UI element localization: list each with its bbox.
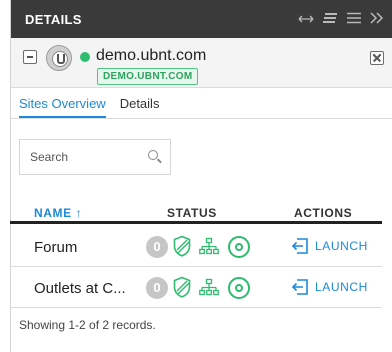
launch-button[interactable]: LAUNCH (291, 237, 368, 255)
site-name[interactable]: Outlets at C... (34, 280, 126, 297)
column-header-status: STATUS (167, 206, 217, 220)
arrows-horizontal-icon[interactable] (298, 12, 314, 26)
launch-icon (291, 238, 308, 254)
shield-icon (173, 235, 191, 257)
header-icons (298, 12, 384, 26)
records-summary: Showing 1-2 of 2 records. (19, 318, 156, 332)
search-input[interactable] (20, 140, 130, 174)
tab-bar: Sites Overview Details (11, 88, 392, 119)
target-icon (228, 277, 250, 299)
tab-sites-overview[interactable]: Sites Overview (19, 96, 106, 118)
ubiquiti-logo-icon (46, 45, 72, 71)
collapse-icon[interactable] (23, 50, 37, 64)
alert-count-badge: 0 (146, 236, 168, 258)
filter-lines-icon[interactable] (323, 12, 338, 26)
launch-icon (291, 279, 308, 295)
device-name: demo.ubnt.com (96, 47, 207, 64)
device-row: demo.ubnt.com DEMO.UBNT.COM (11, 38, 392, 88)
online-status-icon (80, 52, 90, 62)
table-row: Forum 0 LAUNCH (10, 227, 382, 267)
launch-label: LAUNCH (315, 280, 368, 294)
target-icon (228, 236, 250, 258)
close-icon[interactable] (370, 51, 384, 65)
panel-title: DETAILS (25, 11, 82, 27)
device-tag-badge: DEMO.UBNT.COM (97, 68, 199, 85)
site-name[interactable]: Forum (34, 239, 77, 256)
network-topology-icon (199, 278, 219, 296)
tab-details[interactable]: Details (120, 96, 160, 118)
alert-count-badge: 0 (146, 277, 168, 299)
table-row: Outlets at C... 0 LAUNCH (10, 268, 382, 308)
column-header-actions: ACTIONS (294, 206, 353, 220)
shield-icon (173, 276, 191, 298)
double-chevron-right-icon[interactable] (370, 12, 384, 26)
table-header: NAME ↑ STATUS ACTIONS (10, 202, 382, 224)
network-topology-icon (199, 237, 219, 255)
column-header-name[interactable]: NAME ↑ (34, 206, 82, 220)
launch-button[interactable]: LAUNCH (291, 278, 368, 296)
search-icon[interactable] (148, 150, 158, 160)
panel-header: DETAILS (11, 0, 392, 38)
hamburger-icon[interactable] (347, 12, 361, 26)
search-box (19, 139, 171, 175)
launch-label: LAUNCH (315, 239, 368, 253)
